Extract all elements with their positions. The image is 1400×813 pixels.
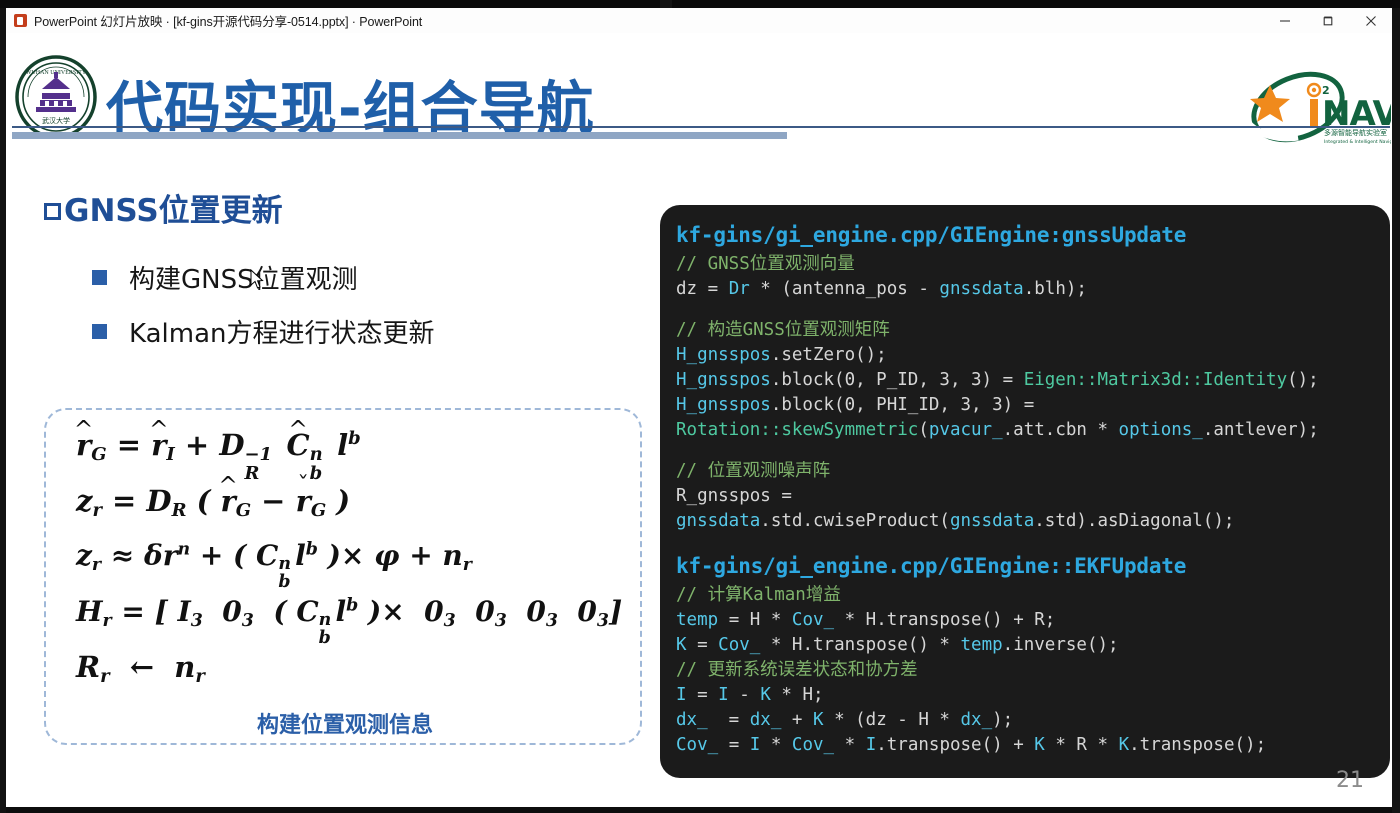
code-comment-line: // 构造GNSS位置观测矩阵 bbox=[676, 320, 890, 340]
code-line: dz = Dr * (antenna_pos - gnssdata.blh); bbox=[676, 279, 1087, 299]
list-item: 构建GNSS位置观测 bbox=[92, 259, 358, 296]
code-line: gnssdata.std.cwiseProduct(gnssdata.std).… bbox=[676, 511, 1235, 531]
code-line: dx_ = dx_ + K * (dz - H * dx_); bbox=[676, 710, 1014, 730]
restore-button[interactable] bbox=[1306, 8, 1349, 33]
screen-top-band bbox=[0, 0, 1400, 8]
code-line: R_gnsspos = bbox=[676, 486, 792, 506]
code-line: H_gnsspos.block(0, P_ID, 3, 3) = Eigen::… bbox=[676, 370, 1319, 390]
formula-panel: ^ rG = ^ rI + D −1 R ^ Cn b lb zr = DR ( ^ rG −… bbox=[44, 408, 642, 745]
svg-text:NAV: NAV bbox=[1322, 94, 1391, 134]
code-comment-line: // 更新系统误差状态和协方差 bbox=[676, 660, 918, 680]
inav-logo: 2 NAV 多源智能导航实验室 Integrated & Intelligent… bbox=[1236, 63, 1392, 153]
code-line: H_gnsspos.block(0, PHI_ID, 3, 3) = bbox=[676, 395, 1035, 415]
screen-right-band bbox=[1392, 8, 1400, 813]
list-item: Kalman方程进行状态更新 bbox=[92, 313, 435, 350]
svg-text:武汉大学: 武汉大学 bbox=[42, 116, 70, 125]
title-rule-thin bbox=[12, 126, 1390, 128]
window-title-text: PowerPoint 幻灯片放映 · [kf-gins开源代码分享-0514.p… bbox=[34, 15, 423, 29]
window-controls bbox=[1263, 8, 1392, 33]
code-line: H_gnsspos.setZero(); bbox=[676, 345, 887, 365]
code-section-header: kf-gins/gi_engine.cpp/GIEngine:gnssUpdat… bbox=[676, 223, 1187, 247]
code-panel: kf-gins/gi_engine.cpp/GIEngine:gnssUpdat… bbox=[660, 205, 1390, 778]
bullet-square-icon bbox=[92, 324, 107, 339]
bullet-square-icon bbox=[92, 270, 107, 285]
code-line: Rotation::skewSymmetric(pvacur_.att.cbn … bbox=[676, 420, 1319, 440]
code-line: K = Cov_ * H.transpose() * temp.inverse(… bbox=[676, 635, 1119, 655]
code-section-header: kf-gins/gi_engine.cpp/GIEngine::EKFUpdat… bbox=[676, 554, 1187, 578]
code-line: Cov_ = I * Cov_ * I.transpose() + K * R … bbox=[676, 735, 1267, 755]
formula-line: zr ≈ δrn + ( Cn b lb )× φ + nr bbox=[76, 539, 472, 593]
code-comment-line: // 位置观测噪声阵 bbox=[676, 461, 831, 481]
code-comment-line: // 计算Kalman增益 bbox=[676, 585, 841, 605]
minimize-button[interactable] bbox=[1263, 8, 1306, 33]
svg-text:多源智能导航实验室: 多源智能导航实验室 bbox=[1324, 128, 1387, 137]
title-rule-thick bbox=[12, 132, 787, 139]
powerpoint-icon bbox=[14, 14, 27, 27]
list-item-label: Kalman方程进行状态更新 bbox=[129, 319, 435, 349]
section-heading-label: GNSS位置更新 bbox=[64, 193, 283, 229]
code-comment-line: // GNSS位置观测向量 bbox=[676, 254, 855, 274]
formula-caption: 构建位置观测信息 bbox=[256, 713, 433, 738]
formula-line: ^ rG = ^ rI + D −1 R ^ Cn b lb bbox=[73, 416, 361, 484]
slide-page-number: 21 bbox=[1336, 768, 1364, 793]
powerpoint-window: PowerPoint 幻灯片放映 · [kf-gins开源代码分享-0514.p… bbox=[6, 8, 1392, 807]
list-item-label: 构建GNSS位置观测 bbox=[129, 265, 358, 295]
window-title-bar: PowerPoint 幻灯片放映 · [kf-gins开源代码分享-0514.p… bbox=[6, 8, 1392, 33]
mouse-cursor bbox=[250, 268, 266, 291]
formula-line: Rr ← nr bbox=[76, 650, 205, 688]
formula-line: Hr = [ I3 03 ( Cn b lb )× 03 03 03 03] bbox=[76, 595, 623, 649]
formula-line: zr = DR ( ^ rG − ˇ rG ) bbox=[76, 471, 351, 522]
close-button[interactable] bbox=[1349, 8, 1392, 33]
heading-square-icon bbox=[44, 203, 61, 220]
svg-text:Integrated & Intelligent Navig: Integrated & Intelligent Navigation Grou… bbox=[1324, 139, 1391, 145]
code-line: I = I - K * H; bbox=[676, 685, 824, 705]
section-heading: GNSS位置更新 bbox=[44, 185, 283, 230]
code-line: temp = H * Cov_ * H.transpose() + R; bbox=[676, 610, 1056, 630]
slide-canvas: WUHAN UNIVERSITY 武汉大学 代码实现-组合导航 2 NAV 多源… bbox=[6, 33, 1392, 807]
